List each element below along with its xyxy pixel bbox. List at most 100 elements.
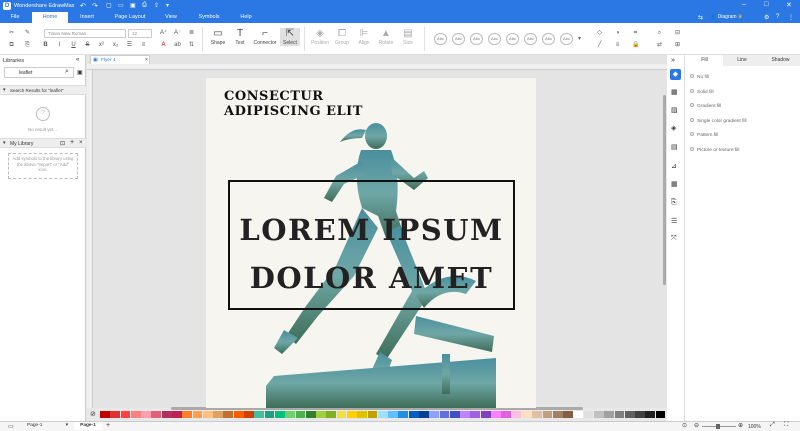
menu-help[interactable]: Help bbox=[234, 12, 258, 23]
bold-icon[interactable]: B bbox=[42, 42, 49, 49]
fill-option-gradient[interactable]: Gradient fill bbox=[690, 103, 721, 109]
page-select[interactable]: Page-1 ▾ bbox=[24, 422, 70, 430]
color-swatch[interactable] bbox=[130, 411, 141, 418]
align-text-icon[interactable]: ≣ bbox=[188, 30, 195, 37]
font-family-select[interactable]: Times New Roman bbox=[44, 29, 126, 38]
color-swatch[interactable] bbox=[305, 411, 316, 418]
fill-option-picture[interactable]: Picture or texture fill bbox=[690, 147, 739, 153]
document-tab[interactable]: ▣ Flyer 4 × bbox=[90, 55, 150, 64]
line-weight-icon[interactable]: ≡ bbox=[614, 42, 621, 49]
text-direction-icon[interactable]: ⇅ bbox=[188, 42, 195, 49]
export-panel-icon[interactable]: ⎘ bbox=[671, 199, 677, 207]
page-view-icon[interactable]: ▭ bbox=[8, 423, 14, 430]
menu-file[interactable]: File bbox=[0, 12, 30, 23]
style-box[interactable]: Abc bbox=[542, 33, 555, 45]
subscript-icon[interactable]: x₂ bbox=[112, 42, 119, 49]
color-swatch[interactable] bbox=[141, 411, 151, 418]
menu-home[interactable]: Home bbox=[32, 12, 68, 23]
color-swatch[interactable] bbox=[501, 411, 512, 418]
export-icon[interactable]: ⇪ bbox=[154, 2, 159, 9]
search-icon[interactable]: ⌕ bbox=[65, 68, 69, 76]
color-swatch[interactable] bbox=[521, 411, 532, 418]
color-swatch[interactable] bbox=[532, 411, 542, 418]
settings-icon[interactable]: ⚙ bbox=[764, 14, 769, 21]
page-tab[interactable]: Page-1 bbox=[74, 422, 102, 430]
color-swatch[interactable] bbox=[110, 411, 121, 418]
close-icon[interactable]: ✕ bbox=[786, 1, 792, 9]
close-section-icon[interactable]: × bbox=[79, 140, 83, 146]
color-swatch[interactable] bbox=[398, 411, 409, 418]
table-panel-icon[interactable]: ▦ bbox=[671, 180, 678, 188]
zoom-slider[interactable] bbox=[702, 424, 736, 429]
underline-icon[interactable]: U bbox=[70, 42, 77, 49]
fill-tab[interactable]: Fill bbox=[686, 55, 723, 66]
rotate-tool[interactable]: ▲ Rotate bbox=[376, 28, 396, 46]
share-icon[interactable]: ⇆ bbox=[698, 14, 703, 21]
new-icon[interactable]: ▢ bbox=[106, 2, 112, 9]
list-panel-icon[interactable]: ☰ bbox=[671, 217, 677, 225]
color-swatch[interactable] bbox=[583, 411, 594, 418]
diagram-menu[interactable]: 👤 Diagram ♛ bbox=[710, 14, 742, 20]
lock-icon[interactable]: 🔒 bbox=[632, 42, 639, 49]
print-icon[interactable]: ⎙ bbox=[142, 2, 147, 9]
color-swatch[interactable] bbox=[264, 411, 275, 418]
color-swatch[interactable] bbox=[192, 411, 203, 418]
strikethrough-icon[interactable]: S bbox=[84, 42, 91, 49]
align-tool[interactable]: ⊫ Align bbox=[354, 28, 374, 46]
superscript-icon[interactable]: x² bbox=[98, 42, 105, 49]
flyer-headline[interactable]: LOREM IPSUM DOLOR AMET bbox=[228, 206, 515, 302]
color-swatch[interactable] bbox=[357, 411, 368, 418]
color-swatch[interactable] bbox=[377, 411, 388, 418]
zoom-in-icon[interactable]: ⊕ bbox=[738, 422, 743, 429]
shadow-icon[interactable]: ◑ bbox=[614, 30, 621, 37]
italic-icon[interactable]: I bbox=[56, 42, 63, 49]
color-swatch[interactable] bbox=[480, 411, 491, 418]
minimize-icon[interactable]: – bbox=[742, 1, 746, 8]
color-swatch[interactable] bbox=[233, 411, 244, 418]
style-box[interactable]: Abc bbox=[506, 33, 519, 45]
crop-icon[interactable]: ⌗ bbox=[632, 30, 639, 37]
style-gallery-more-icon[interactable]: ▾ bbox=[578, 35, 581, 42]
color-swatch[interactable] bbox=[223, 411, 234, 418]
flyer-subtitle[interactable]: CONSECTUR ADIPISCING ELIT bbox=[224, 89, 363, 119]
color-swatch[interactable] bbox=[419, 411, 429, 418]
fill-option-single-gradient[interactable]: Single color gradient fill bbox=[690, 118, 747, 124]
color-swatch[interactable] bbox=[408, 411, 419, 418]
font-size-select[interactable]: 12 bbox=[128, 29, 152, 38]
style-box[interactable]: Abc bbox=[488, 33, 501, 45]
collapse-panel-icon[interactable]: « bbox=[76, 57, 79, 63]
fill-option-solid[interactable]: Solid fill bbox=[690, 89, 714, 95]
maximize-icon[interactable]: □ bbox=[764, 1, 768, 8]
increase-font-icon[interactable]: A⁺ bbox=[160, 30, 167, 37]
line-color-icon[interactable]: ╱ bbox=[596, 42, 603, 49]
position-tool[interactable]: ◈ Position bbox=[310, 28, 330, 46]
connector-tool[interactable]: ⌐ Connector bbox=[252, 28, 278, 46]
style-box[interactable]: Abc bbox=[470, 33, 483, 45]
color-swatch[interactable] bbox=[254, 411, 265, 418]
redo-icon[interactable]: ↷ bbox=[92, 2, 98, 10]
color-swatch[interactable] bbox=[573, 411, 584, 418]
color-swatch[interactable] bbox=[244, 411, 254, 418]
flyer-page[interactable]: CONSECTUR ADIPISCING ELIT LOREM IPSUM DO… bbox=[206, 78, 536, 408]
color-swatch[interactable] bbox=[563, 411, 573, 418]
color-swatch[interactable] bbox=[213, 411, 223, 418]
fullscreen-icon[interactable]: ⛶ bbox=[784, 422, 788, 429]
menu-insert[interactable]: Insert bbox=[72, 12, 102, 23]
color-swatch[interactable] bbox=[388, 411, 398, 418]
group-tool[interactable]: ⧠ Group bbox=[332, 28, 352, 46]
cut-icon[interactable]: ✂ bbox=[8, 30, 15, 37]
color-swatch[interactable] bbox=[593, 411, 604, 418]
import-icon[interactable]: ⊡ bbox=[60, 140, 65, 147]
search-ribbon-icon[interactable]: ⌕ bbox=[656, 30, 663, 37]
color-swatch[interactable] bbox=[604, 411, 615, 418]
color-swatch[interactable] bbox=[511, 411, 522, 418]
color-swatch[interactable] bbox=[326, 411, 337, 418]
fit-panel-icon[interactable]: ⤧ bbox=[671, 235, 677, 243]
color-swatch[interactable] bbox=[336, 411, 347, 418]
fill-icon[interactable]: ◇ bbox=[596, 30, 603, 37]
menu-symbols[interactable]: Symbols bbox=[192, 12, 226, 23]
close-tab-icon[interactable]: × bbox=[145, 57, 148, 63]
no-color-icon[interactable]: ⊘ bbox=[90, 410, 96, 418]
color-swatch[interactable] bbox=[161, 411, 172, 418]
fill-option-no-fill[interactable]: No fill bbox=[690, 74, 709, 80]
